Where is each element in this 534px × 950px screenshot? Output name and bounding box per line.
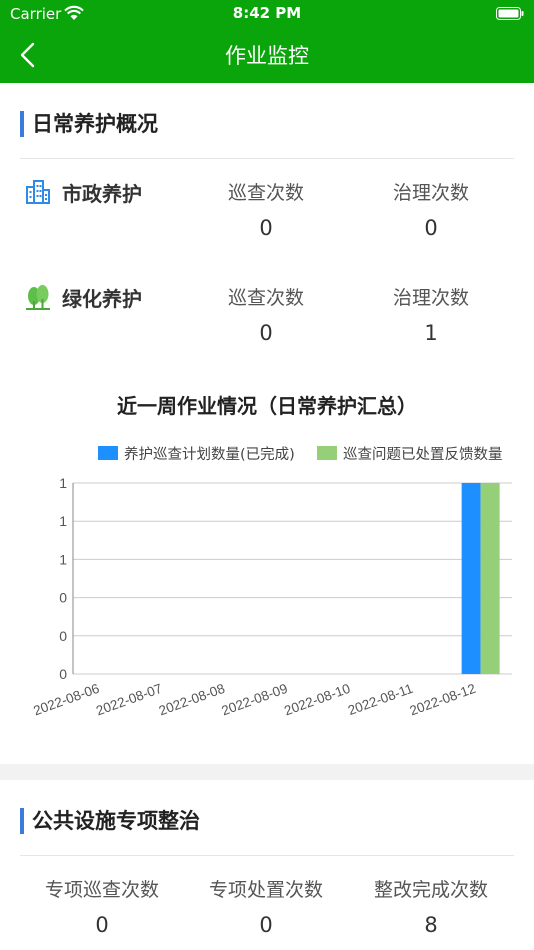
bar-2-2022-08-12	[480, 483, 500, 674]
patrol-count-label: 巡查次数	[227, 182, 304, 204]
treatment-count-value: 1	[424, 321, 438, 345]
divider	[20, 158, 514, 159]
chart-title: 近一周作业情况（日常养护汇总）	[117, 394, 417, 418]
bar-chart: 0001112022-08-062022-08-072022-08-082022…	[31, 475, 512, 719]
y-tick-label: 0	[59, 590, 67, 606]
building-icon	[26, 180, 50, 204]
y-tick-label: 0	[59, 628, 67, 644]
app-header: Carrier 8:42 PM 作业监控	[0, 0, 534, 83]
section-title-special: 公共设施专项整治	[20, 808, 200, 834]
row-name-greening: 绿化养护	[62, 287, 142, 311]
legend-label-series-1: 养护巡查计划数量(已完成)	[124, 447, 295, 463]
treatment-count-label: 治理次数	[392, 287, 469, 309]
y-tick-label: 0	[59, 666, 67, 682]
divider	[20, 855, 514, 856]
special-patrol-value: 0	[95, 913, 109, 937]
section-title-daily: 日常养护概况	[20, 111, 158, 137]
legend-swatch-series-2	[317, 446, 337, 460]
y-tick-label: 1	[59, 551, 67, 567]
special-handling-label: 专项处置次数	[208, 879, 323, 901]
row-name-municipal: 市政养护	[62, 182, 142, 206]
page-title: 作业监控	[225, 44, 309, 68]
y-tick-label: 1	[59, 513, 67, 529]
patrol-count-value: 0	[259, 216, 273, 240]
patrol-count-value: 0	[259, 321, 273, 345]
status-bar: Carrier 8:42 PM	[0, 0, 534, 28]
special-handling-value: 0	[259, 913, 273, 937]
section-separator	[0, 764, 534, 780]
special-patrol-label: 专项巡查次数	[44, 879, 159, 901]
x-tick-label: 2022-08-12	[408, 681, 478, 719]
bar-1-2022-08-12	[461, 483, 481, 674]
x-tick-label: 2022-08-11	[346, 681, 415, 718]
x-tick-label: 2022-08-09	[219, 681, 289, 719]
battery-icon	[496, 7, 524, 20]
rectification-complete-value: 8	[424, 913, 438, 937]
x-tick-label: 2022-08-07	[94, 681, 164, 719]
rectification-complete-label: 整改完成次数	[373, 879, 488, 901]
legend-swatch-series-1	[98, 446, 118, 460]
treatment-count-label: 治理次数	[392, 182, 469, 204]
x-tick-label: 2022-08-08	[157, 681, 227, 719]
clock: 8:42 PM	[232, 4, 302, 22]
patrol-count-label: 巡查次数	[227, 287, 304, 309]
tree-icon	[26, 285, 50, 310]
y-tick-label: 1	[59, 475, 67, 491]
x-tick-label: 2022-08-06	[31, 681, 101, 719]
legend-label-series-2: 巡查问题已处置反馈数量	[343, 447, 503, 463]
treatment-count-value: 0	[424, 216, 438, 240]
x-tick-label: 2022-08-10	[282, 681, 352, 719]
